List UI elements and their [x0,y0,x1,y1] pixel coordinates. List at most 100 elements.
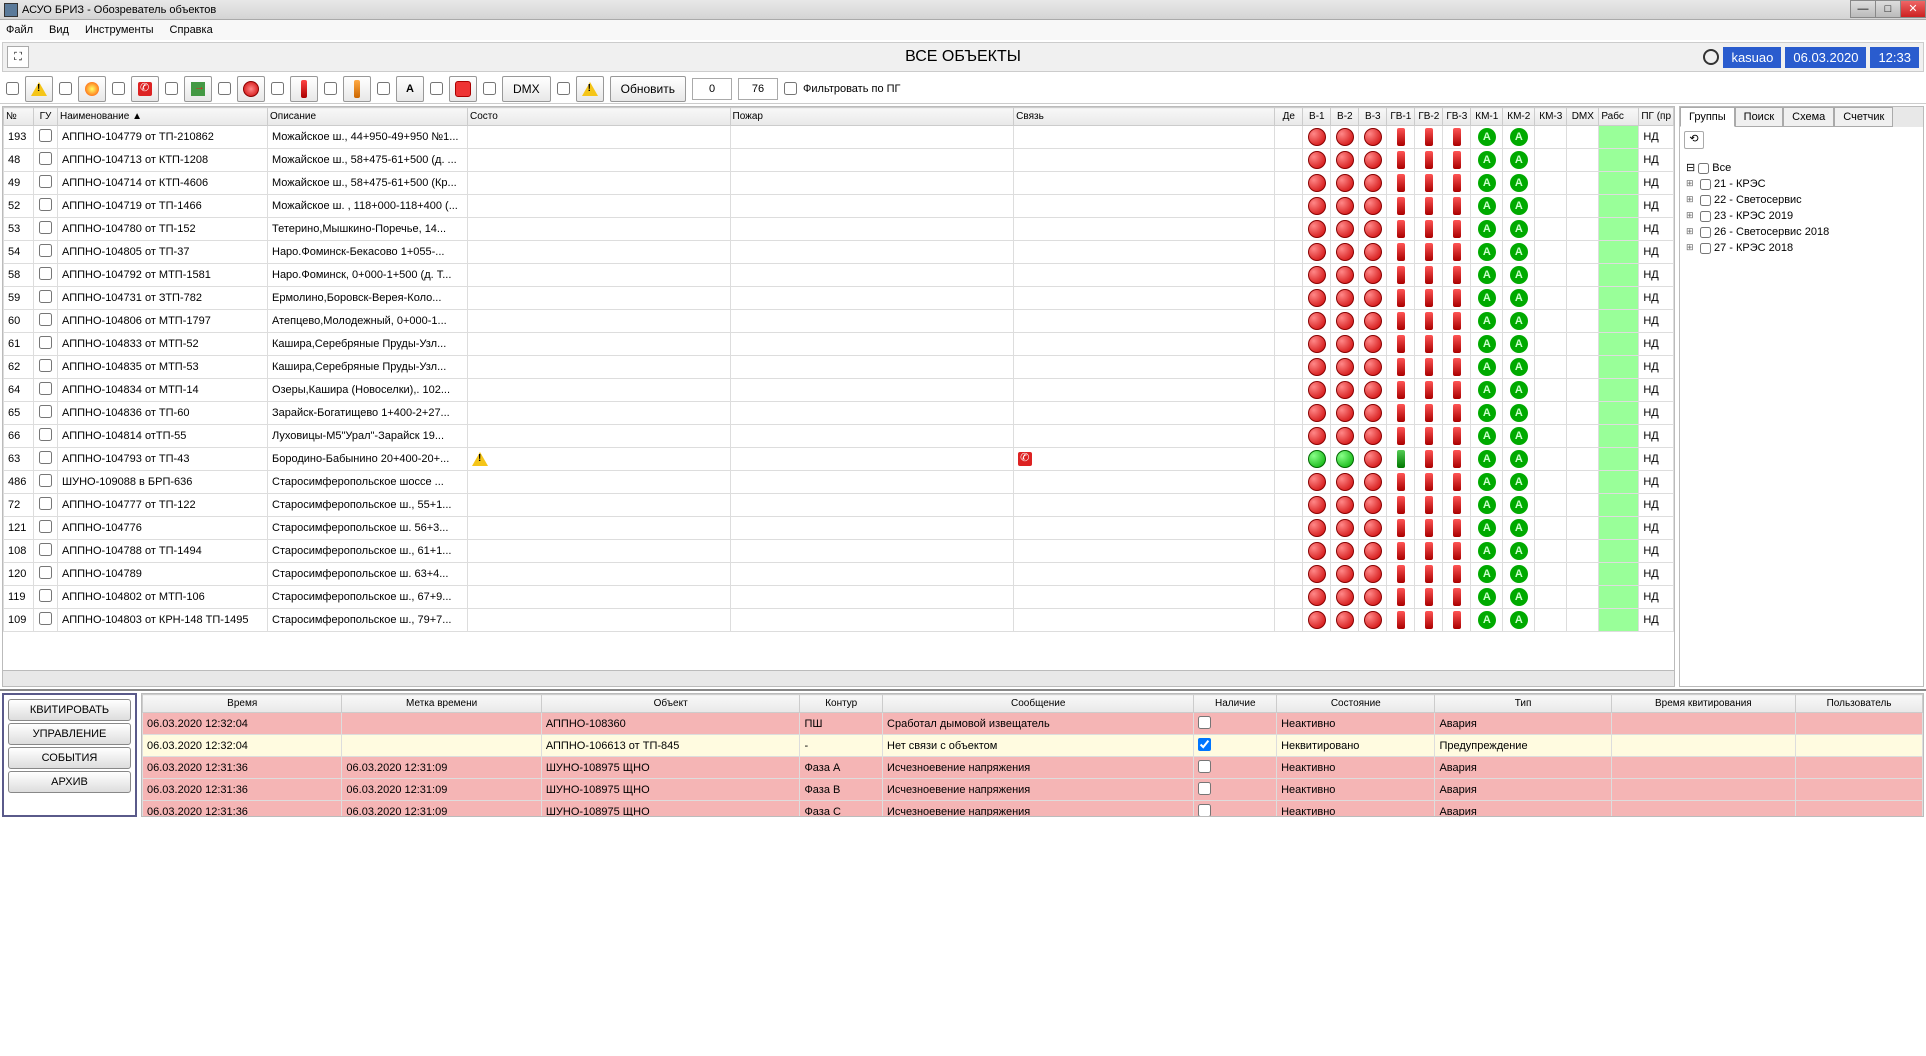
tree-chk-root[interactable] [1698,163,1709,174]
toolbar-chk-7[interactable] [324,82,337,95]
redcircle-button[interactable] [237,76,265,102]
filter-check[interactable] [784,82,797,95]
ev-col-header[interactable]: Контур [800,695,883,713]
row-check[interactable] [39,152,52,165]
table-row[interactable]: 119АППНО-104802 от МТП-106Старосимферопо… [4,586,1674,609]
toolbar-chk-11[interactable] [557,82,570,95]
table-row[interactable]: 59АППНО-104731 от ЗТП-782Ермолино,Боровс… [4,287,1674,310]
col-header[interactable]: ГУ [34,108,58,126]
close-button[interactable]: ✕ [1900,0,1926,18]
row-check[interactable] [39,198,52,211]
tree-item[interactable]: 22 - Светосервис [1686,192,1917,208]
table-row[interactable]: 120АППНО-104789Старосимферопольское ш. 6… [4,563,1674,586]
row-check[interactable] [39,290,52,303]
table-row[interactable]: 109АППНО-104803 от КРН-148 ТП-1495Старос… [4,609,1674,632]
table-row[interactable]: 58АППНО-104792 от МТП-1581Наро.Фоминск, … [4,264,1674,287]
table-row[interactable]: 60АППНО-104806 от МТП-1797Атепцево,Молод… [4,310,1674,333]
col-header[interactable]: Пожар [730,108,1014,126]
row-check[interactable] [39,566,52,579]
table-row[interactable]: 62АППНО-104835 от МТП-53Кашира,Серебряны… [4,356,1674,379]
menu-tools[interactable]: Инструменты [85,24,154,36]
door-button[interactable] [184,76,212,102]
col-header[interactable]: ГВ-3 [1443,108,1471,126]
toolbar-chk-9[interactable] [430,82,443,95]
table-row[interactable]: 193АППНО-104779 от ТП-210862Можайское ш.… [4,126,1674,149]
col-header[interactable]: Описание [268,108,468,126]
h-scrollbar[interactable] [3,670,1674,686]
tree-item[interactable]: 26 - Светосервис 2018 [1686,224,1917,240]
col-header[interactable]: ГВ-1 [1387,108,1415,126]
ev-check[interactable] [1198,738,1211,751]
tree-chk[interactable] [1700,243,1711,254]
table-row[interactable]: 48АППНО-104713 от КТП-1208Можайское ш., … [4,149,1674,172]
ev-col-header[interactable]: Тип [1435,695,1611,713]
tree-chk[interactable] [1700,211,1711,222]
col-header[interactable]: КМ-3 [1535,108,1567,126]
phone-button[interactable] [131,76,159,102]
table-row[interactable]: 52АППНО-104719 от ТП-1466Можайское ш. , … [4,195,1674,218]
table-row[interactable]: 64АППНО-104834 от МТП-14Озеры,Кашира (Но… [4,379,1674,402]
side-tab[interactable]: Поиск [1735,107,1783,127]
row-check[interactable] [39,221,52,234]
row-check[interactable] [39,612,52,625]
menu-file[interactable]: Файл [6,24,33,36]
refresh-button[interactable]: Обновить [610,76,686,102]
toolbar-chk-5[interactable] [218,82,231,95]
tree-refresh-button[interactable]: ⟲ [1684,131,1704,149]
event-row[interactable]: 06.03.2020 12:31:3606.03.2020 12:31:09ШУ… [143,801,1923,818]
col-header[interactable]: КМ-2 [1503,108,1535,126]
col-header[interactable]: Связь [1014,108,1275,126]
tree-chk[interactable] [1700,195,1711,206]
side-tab[interactable]: Счетчик [1834,107,1893,127]
row-check[interactable] [39,543,52,556]
toolbar-chk-8[interactable] [377,82,390,95]
col-header[interactable]: Состо [468,108,731,126]
minimize-button[interactable]: — [1850,0,1876,18]
col-header[interactable]: DMX [1567,108,1599,126]
events-button[interactable]: СОБЫТИЯ [8,747,131,769]
ev-col-header[interactable]: Наличие [1194,695,1277,713]
side-tab[interactable]: Группы [1680,107,1735,127]
user-badge[interactable]: kasuao [1723,47,1781,68]
ev-check[interactable] [1198,804,1211,817]
table-row[interactable]: 65АППНО-104836 от ТП-60Зарайск-Богатищев… [4,402,1674,425]
row-check[interactable] [39,520,52,533]
table-row[interactable]: 66АППНО-104814 отТП-55Луховицы-М5"Урал"-… [4,425,1674,448]
ev-check[interactable] [1198,782,1211,795]
toolbar-chk-6[interactable] [271,82,284,95]
col-header[interactable]: В-1 [1303,108,1331,126]
col-header[interactable]: Де [1275,108,1303,126]
row-check[interactable] [39,175,52,188]
row-check[interactable] [39,129,52,142]
fire-button[interactable] [78,76,106,102]
ev-check[interactable] [1198,760,1211,773]
menu-help[interactable]: Справка [170,24,213,36]
tree-chk[interactable] [1700,227,1711,238]
letter-a-button[interactable]: A [396,76,424,102]
col-header[interactable]: В-2 [1331,108,1359,126]
row-check[interactable] [39,267,52,280]
table-row[interactable]: 121АППНО-104776Старосимферопольское ш. 5… [4,517,1674,540]
tree-root[interactable]: ⊟ Все [1686,159,1917,176]
manage-button[interactable]: УПРАВЛЕНИЕ [8,723,131,745]
col-header[interactable]: Рабс [1599,108,1639,126]
row-check[interactable] [39,313,52,326]
ev-check[interactable] [1198,716,1211,729]
col-header[interactable]: КМ-1 [1471,108,1503,126]
row-check[interactable] [39,244,52,257]
col-header[interactable]: Наименование ▲ [58,108,268,126]
col-header[interactable]: № [4,108,34,126]
row-check[interactable] [39,336,52,349]
tree-chk[interactable] [1700,179,1711,190]
toolbar-chk-1[interactable] [6,82,19,95]
row-check[interactable] [39,359,52,372]
ev-col-header[interactable]: Время квитирования [1611,695,1796,713]
event-row[interactable]: 06.03.2020 12:31:3606.03.2020 12:31:09ШУ… [143,757,1923,779]
table-row[interactable]: 72АППНО-104777 от ТП-122Старосимферополь… [4,494,1674,517]
toolbar-chk-3[interactable] [112,82,125,95]
col-header[interactable]: ПГ (пр [1639,108,1674,126]
ev-col-header[interactable]: Метка времени [342,695,541,713]
event-row[interactable]: 06.03.2020 12:32:04АППНО-108360ПШСработа… [143,713,1923,735]
table-row[interactable]: 53АППНО-104780 от ТП-152Тетерино,Мышкино… [4,218,1674,241]
warn-button[interactable] [25,76,53,102]
